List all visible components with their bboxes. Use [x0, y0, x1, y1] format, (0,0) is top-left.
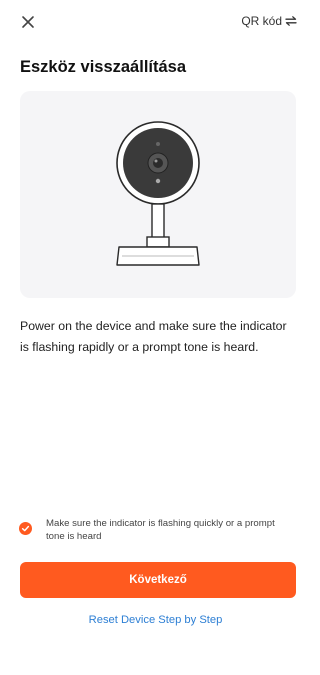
top-bar: QR kód	[0, 0, 311, 44]
checkmark-icon	[21, 525, 30, 532]
qr-code-label: QR kód	[241, 14, 282, 28]
qr-code-button[interactable]: QR kód	[241, 14, 297, 28]
instruction-text: Power on the device and make sure the in…	[20, 319, 287, 354]
close-icon	[22, 16, 34, 28]
confirm-checkbox-row[interactable]: Make sure the indicator is flashing quic…	[19, 517, 295, 543]
confirm-checkbox[interactable]	[19, 522, 32, 535]
confirm-label: Make sure the indicator is flashing quic…	[46, 518, 275, 542]
camera-device-illustration	[116, 121, 200, 266]
close-button[interactable]	[16, 10, 40, 34]
reset-step-by-step-link[interactable]: Reset Device Step by Step	[0, 614, 311, 626]
next-button[interactable]: Következő	[20, 562, 296, 598]
swap-arrows-icon	[285, 16, 297, 26]
device-illustration	[20, 91, 296, 298]
page-title: Eszköz visszaállítása	[20, 58, 187, 76]
